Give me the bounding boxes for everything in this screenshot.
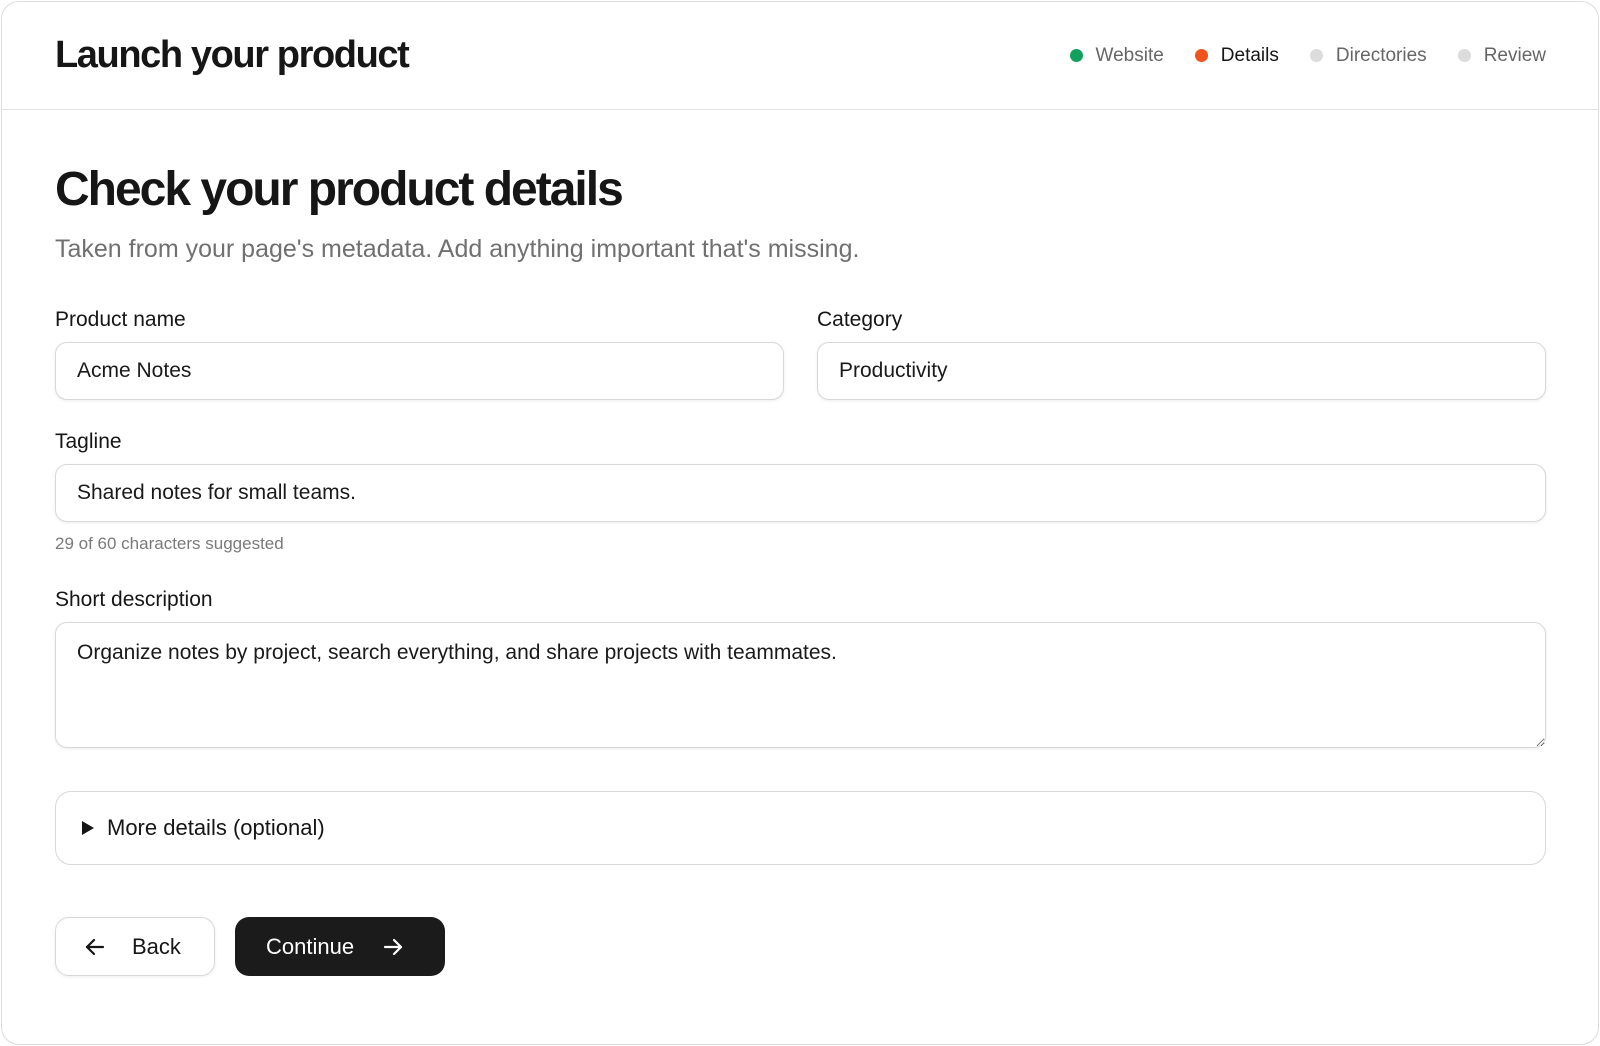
disclosure-triangle-icon	[82, 821, 94, 836]
short-description-textarea[interactable]: Organize notes by project, search everyt…	[55, 622, 1546, 749]
product-name-input[interactable]	[55, 342, 784, 401]
stepper: Website Details Directories Review	[1069, 44, 1546, 67]
tagline-field: Tagline 29 of 60 characters suggested	[55, 430, 1546, 554]
tagline-label: Tagline	[55, 430, 122, 454]
step-status-dot	[1457, 49, 1471, 62]
main-content: Check your product details Taken from yo…	[2, 162, 1598, 977]
short-description-label: Short description	[55, 588, 213, 612]
category-input[interactable]	[817, 342, 1546, 401]
header: Launch your product Website Details Dire…	[2, 2, 1598, 110]
step-details: Details	[1194, 44, 1279, 67]
step-directories: Directories	[1309, 44, 1427, 67]
step-website: Website	[1069, 44, 1164, 67]
tagline-input[interactable]	[55, 464, 1546, 523]
form-actions: Back Continue	[55, 917, 1546, 977]
app-title: Launch your product	[55, 34, 410, 76]
step-review: Review	[1457, 44, 1546, 67]
tagline-character-hint: 29 of 60 characters suggested	[55, 534, 284, 554]
arrow-right-icon	[382, 936, 404, 958]
category-label: Category	[817, 308, 903, 332]
step-status-dot	[1309, 49, 1323, 62]
category-field: Category	[817, 308, 1546, 401]
short-description-field: Short description Organize notes by proj…	[55, 588, 1546, 753]
step-label: Directories	[1335, 44, 1427, 66]
back-button[interactable]: Back	[55, 917, 215, 977]
more-details-label: More details (optional)	[107, 815, 325, 841]
step-label: Review	[1483, 44, 1546, 66]
more-details-disclosure[interactable]: More details (optional)	[55, 791, 1546, 866]
page-subtitle: Taken from your page's metadata. Add any…	[55, 235, 860, 264]
page-title: Check your product details	[55, 163, 624, 216]
arrow-left-icon	[84, 936, 106, 958]
step-label: Website	[1095, 44, 1164, 66]
product-name-field: Product name	[55, 308, 784, 401]
continue-button-label: Continue	[266, 933, 355, 959]
continue-button[interactable]: Continue	[235, 917, 445, 977]
back-button-label: Back	[132, 933, 181, 959]
product-name-label: Product name	[55, 308, 186, 332]
name-category-row: Product name Category	[55, 308, 1546, 401]
step-status-dot	[1069, 49, 1083, 62]
step-status-dot	[1194, 49, 1208, 62]
step-label: Details	[1220, 44, 1279, 66]
app-window: Launch your product Website Details Dire…	[1, 1, 1599, 1045]
